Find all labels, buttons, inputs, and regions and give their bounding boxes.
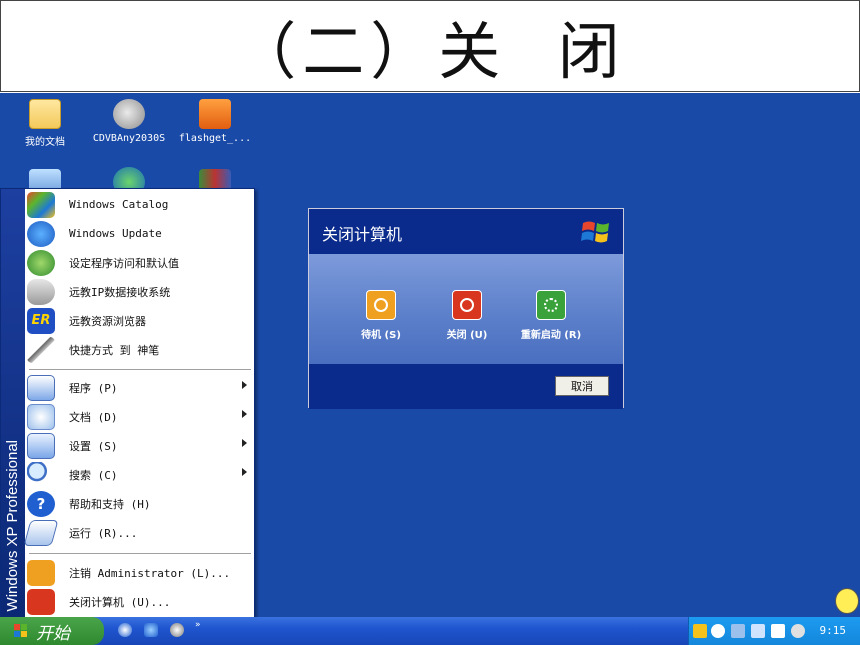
dialog-footer: 取消 [309, 364, 623, 409]
menu-item-windows-update[interactable]: Windows Update [27, 219, 253, 248]
help-icon: ? [27, 490, 55, 517]
menu-item-label: 关闭计算机 (U)... [69, 595, 171, 609]
power-icon [27, 588, 55, 615]
start-button[interactable]: 开始 [0, 617, 104, 645]
shutdown-button[interactable]: 关闭 (U) [431, 290, 503, 341]
system-tray: 9:15 [688, 617, 860, 645]
menu-separator [29, 553, 251, 554]
menu-item-label: 设置 (S) [69, 439, 118, 453]
er-icon: ER [27, 307, 55, 334]
tray-network-icon[interactable] [731, 624, 745, 638]
menu-item-settings[interactable]: 设置 (S) [27, 431, 253, 460]
start-menu: Windows XP Professional Windows Catalog … [0, 188, 255, 618]
show-desktop-icon[interactable] [118, 623, 132, 637]
quicklaunch-more-icon[interactable]: » [195, 620, 201, 630]
restart-button[interactable]: 重新启动 (R) [515, 290, 587, 341]
submenu-arrow-icon [242, 468, 247, 476]
menu-item-resource-browser[interactable]: ER 远教资源浏览器 [27, 306, 253, 335]
restart-label: 重新启动 (R) [520, 330, 582, 341]
shutdown-icon [452, 290, 482, 320]
windows-catalog-icon [27, 191, 55, 218]
menu-item-label: Windows Catalog [69, 198, 169, 211]
menu-item-label: 注销 Administrator (L)... [69, 566, 231, 580]
slide-title-bar: （二）关 闭 [0, 0, 860, 92]
desktop-icon-cdvbany[interactable]: CDVBAny2030S [84, 99, 174, 144]
standby-icon [366, 290, 396, 320]
menu-item-logoff[interactable]: 注销 Administrator (L)... [27, 558, 253, 587]
tray-clock: 9:15 [819, 624, 847, 637]
menu-item-pen-shortcut[interactable]: 快捷方式 到 神笔 [27, 335, 253, 364]
menu-item-label: 帮助和支持 (H) [69, 497, 151, 511]
menu-item-shutdown[interactable]: 关闭计算机 (U)... [27, 587, 253, 616]
start-label: 开始 [36, 623, 70, 643]
dialog-body: 待机 (S) 关闭 (U) 重新启动 (R) [309, 254, 623, 364]
menu-item-ip-receiver[interactable]: 远教IP数据接收系统 [27, 277, 253, 306]
menu-item-label: 程序 (P) [69, 381, 118, 395]
menu-item-run[interactable]: 运行 (R)... [23, 518, 253, 547]
documents-icon [27, 403, 55, 430]
standby-label: 待机 (S) [361, 330, 401, 341]
flashget-icon [199, 99, 231, 129]
tray-monitor-icon[interactable] [771, 624, 785, 638]
menu-item-search[interactable]: 搜索 (C) [27, 460, 253, 489]
menu-item-windows-catalog[interactable]: Windows Catalog [27, 190, 253, 219]
taskbar: 开始 » 9:15 [0, 617, 860, 645]
desktop-icon-label: 我的文档 [25, 137, 65, 148]
menu-item-label: 远教IP数据接收系统 [69, 285, 171, 299]
windows-flag-icon [14, 624, 27, 637]
folder-documents-icon [29, 99, 61, 129]
standby-button[interactable]: 待机 (S) [345, 290, 417, 341]
submenu-arrow-icon [242, 410, 247, 418]
shutdown-dialog: 关闭计算机 待机 (S) 关闭 (U) 重新启动 (R) 取消 [308, 208, 624, 409]
desktop-icon-my-documents[interactable]: 我的文档 [0, 99, 90, 148]
menu-item-label: Windows Update [69, 227, 162, 240]
settings-icon [27, 432, 55, 459]
ear-icon [27, 278, 55, 305]
menu-item-label: 快捷方式 到 神笔 [69, 343, 160, 357]
programs-icon [27, 374, 55, 401]
media-player-icon[interactable] [170, 623, 184, 637]
key-icon [27, 559, 55, 586]
shutdown-label: 关闭 (U) [446, 330, 488, 341]
search-icon [27, 461, 55, 488]
windows-update-icon [27, 220, 55, 247]
slide-title: （二）关 闭 [234, 15, 626, 88]
tray-back-icon[interactable] [711, 624, 725, 638]
satellite-icon [113, 99, 145, 129]
windows-logo-icon [581, 221, 609, 243]
submenu-arrow-icon [242, 381, 247, 389]
menu-item-label: 远教资源浏览器 [69, 314, 146, 328]
menu-item-label: 文档 (D) [69, 410, 118, 424]
menu-item-program-access[interactable]: 设定程序访问和默认值 [27, 248, 253, 277]
cancel-button[interactable]: 取消 [555, 376, 609, 396]
internet-explorer-icon[interactable] [144, 623, 158, 637]
desktop-icon-flashget[interactable]: flashget_... [170, 99, 260, 144]
start-menu-brand-strip: Windows XP Professional [1, 189, 25, 617]
desktop-icon-label: flashget_... [178, 133, 252, 144]
menu-item-documents[interactable]: 文档 (D) [27, 402, 253, 431]
dialog-header: 关闭计算机 [309, 209, 623, 254]
menu-item-label: 设定程序访问和默认值 [69, 256, 179, 270]
submenu-arrow-icon [242, 439, 247, 447]
program-access-icon [27, 249, 55, 276]
desktop-icon-label: CDVBAny2030S [92, 133, 166, 144]
menu-separator [29, 369, 251, 370]
tray-ime-icon[interactable] [693, 624, 707, 638]
menu-item-programs[interactable]: 程序 (P) [27, 373, 253, 402]
pen-icon [27, 336, 55, 363]
pointer-highlight [835, 588, 859, 614]
dialog-title: 关闭计算机 [322, 225, 403, 244]
menu-item-label: 运行 (R)... [69, 526, 138, 540]
menu-item-help[interactable]: ? 帮助和支持 (H) [27, 489, 253, 518]
start-menu-brand: Windows XP Professional [4, 439, 21, 611]
run-icon [23, 519, 59, 546]
tray-network2-icon[interactable] [751, 624, 765, 638]
menu-item-label: 搜索 (C) [69, 468, 118, 482]
tray-speaker-icon[interactable] [791, 624, 805, 638]
restart-icon [536, 290, 566, 320]
